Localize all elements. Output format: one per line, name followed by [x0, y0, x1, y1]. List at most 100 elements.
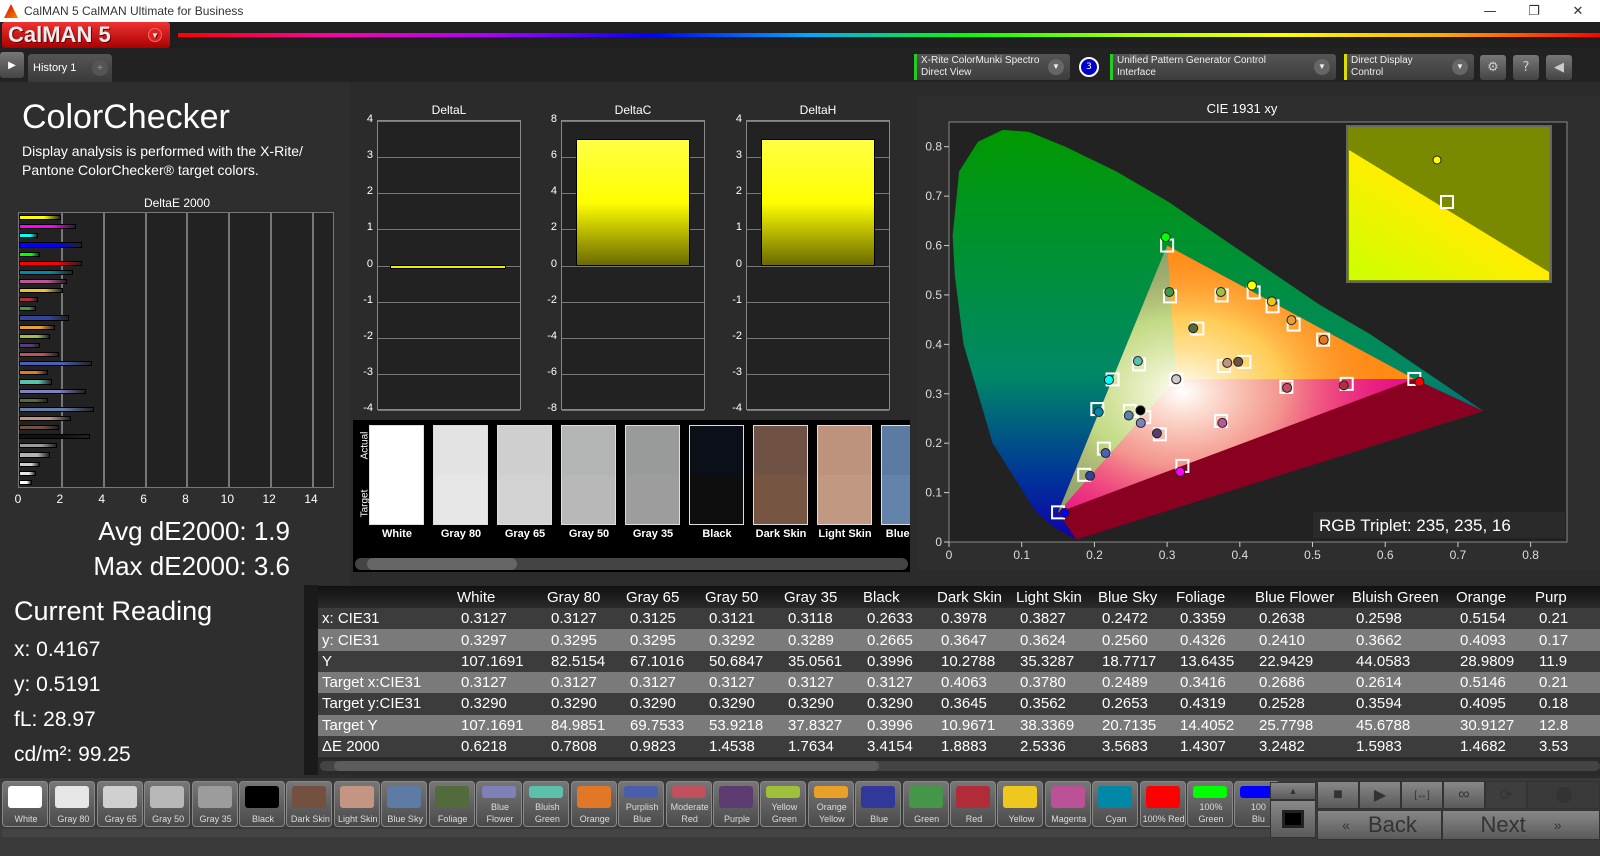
delta-tick-label: -6 [547, 365, 557, 378]
patch-button-foliage[interactable]: Foliage [428, 781, 475, 827]
delta-tick-label: 4 [735, 113, 742, 125]
status-indicator [1344, 54, 1347, 80]
patch-button-white[interactable]: White [2, 781, 48, 827]
gear-icon: ⚙ [1487, 60, 1499, 75]
table-cell: 0.2686 [1259, 674, 1305, 692]
patch-button-purple[interactable]: Purple [713, 781, 759, 827]
deltae-tick-label: 0 [14, 492, 22, 506]
patch-label-2: 100% Red [1142, 814, 1185, 824]
gridline [562, 337, 704, 339]
maximize-button[interactable]: ❐ [1512, 0, 1556, 22]
patch-button-100-red[interactable]: 100% Red [1139, 781, 1186, 827]
delta-tick-label: -2 [732, 329, 742, 342]
refresh-button[interactable]: ⟳ [1485, 781, 1527, 809]
patch-label-1: Purplish [625, 802, 659, 812]
page-description: Display analysis is performed with the X… [22, 143, 303, 178]
delta-tick-label: 2 [735, 185, 742, 198]
record-button[interactable] [1527, 781, 1600, 809]
gridline [270, 213, 273, 487]
patch-button-yellow[interactable]: Yellow [997, 781, 1044, 827]
patch-scrollbar[interactable] [2, 829, 1272, 837]
patch-button-bluish-green[interactable]: Bluish Green [523, 781, 570, 827]
scroll-up-button[interactable]: ▲ [1270, 782, 1316, 800]
patch-button-cyan[interactable]: Cyan [1092, 781, 1139, 827]
patch-button-black[interactable]: Black [239, 781, 285, 827]
table-cell: 0.2528 [1259, 695, 1305, 713]
patch-label-1: Bluish [535, 802, 560, 812]
pattern-generator-selector[interactable]: Unified Pattern Generator Control Interf… [1110, 54, 1336, 80]
meter-selector[interactable]: X-Rite ColorMunki Spectro Direct View ▼ [914, 54, 1070, 80]
target-color [626, 475, 679, 524]
patch-button-gray-65[interactable]: Gray 65 [96, 781, 143, 827]
play-button[interactable]: ▶ [1359, 781, 1401, 809]
patch-color [956, 786, 990, 808]
table-cell: 0.3416 [1180, 674, 1226, 692]
actual-color [498, 426, 551, 475]
collapse-button[interactable]: ◀ [1546, 55, 1572, 80]
patch-button-yellow-green[interactable]: Yellow Green [760, 781, 807, 827]
gridline [186, 213, 189, 487]
table-cell: 0.18 [1539, 695, 1569, 713]
swatch-black [689, 425, 744, 525]
display-control-selector[interactable]: Direct Display Control ▼ [1344, 54, 1474, 80]
target-color [498, 475, 551, 524]
status-indicator [914, 54, 917, 80]
patch-button-moderate-red[interactable]: Moderate Red [665, 781, 712, 827]
patch-button-blue-flower[interactable]: Blue Flower [476, 781, 522, 827]
square-icon [1282, 810, 1304, 828]
patch-color [102, 786, 137, 808]
actual-point [1123, 410, 1134, 421]
close-button[interactable]: ✕ [1556, 0, 1600, 22]
gridline [144, 213, 147, 487]
patch-button-blue[interactable]: Blue [855, 781, 902, 827]
meter-count-badge[interactable]: 3 [1079, 57, 1099, 77]
swatch-scroll-thumb[interactable] [367, 558, 517, 570]
meter-name: X-Rite ColorMunki Spectro [921, 55, 1040, 66]
minimize-button[interactable]: — [1468, 0, 1512, 22]
patch-label-2: Yellow [1008, 814, 1035, 824]
table-cell: 0.2633 [867, 610, 913, 628]
table-cell: 0.4319 [1180, 695, 1226, 713]
patch-button-orange[interactable]: Orange [570, 781, 617, 827]
add-tab-button[interactable]: + [92, 60, 108, 76]
tab-history-1[interactable]: History 1 + [28, 54, 112, 82]
patch-button-green[interactable]: Green [902, 781, 949, 827]
patch-button-gray-50[interactable]: Gray 50 [144, 781, 191, 827]
range-button[interactable]: [↔] [1401, 781, 1443, 809]
chevron-down-icon: ▼ [1452, 59, 1468, 75]
deltae-bar [19, 333, 51, 339]
patch-button-gray-35[interactable]: Gray 35 [191, 781, 238, 827]
delta-bar [576, 139, 690, 266]
table-cell: 0.5154 [1460, 610, 1506, 628]
loop-button[interactable]: ∞ [1443, 781, 1485, 809]
table-cell: 12.8 [1539, 716, 1569, 734]
patch-button-red[interactable]: Red [950, 781, 996, 827]
table-cell: 0.3121 [709, 610, 755, 628]
patch-button-magenta[interactable]: Magenta [1044, 781, 1091, 827]
back-button[interactable]: « Back [1317, 810, 1442, 840]
play-workflow-button[interactable]: ▶ [0, 52, 24, 78]
patch-button-light-skin[interactable]: Light Skin [333, 781, 380, 827]
patch-button-100-green[interactable]: 100% Green [1187, 781, 1233, 827]
table-cell: 53.9218 [709, 716, 764, 734]
actual-color [882, 426, 910, 475]
table-scroll-thumb[interactable] [334, 761, 879, 771]
actual-point [1059, 507, 1070, 518]
patch-button-dark-skin[interactable]: Dark Skin [286, 781, 333, 827]
patch-color [197, 786, 232, 808]
patch-button-purplish-blue[interactable]: Purplish Blue [618, 781, 665, 827]
stop-button[interactable]: ■ [1317, 781, 1359, 809]
stop-display-button[interactable] [1270, 800, 1316, 838]
patch-button-blue-sky[interactable]: Blue Sky [381, 781, 428, 827]
play-icon: ▶ [8, 59, 16, 71]
patch-label-2: Red [681, 814, 698, 824]
patch-color [529, 786, 564, 798]
help-button[interactable]: ? [1513, 55, 1539, 80]
table-cell: 0.2665 [867, 631, 913, 649]
next-button[interactable]: Next » [1442, 810, 1600, 840]
calman-menu-button[interactable]: CalMAN 5 ▼ [2, 22, 170, 48]
settings-button[interactable]: ⚙ [1480, 55, 1506, 80]
patch-button-gray-80[interactable]: Gray 80 [49, 781, 96, 827]
column-header: Gray 50 [705, 588, 759, 606]
patch-button-orange-yellow[interactable]: Orange Yellow [807, 781, 854, 827]
